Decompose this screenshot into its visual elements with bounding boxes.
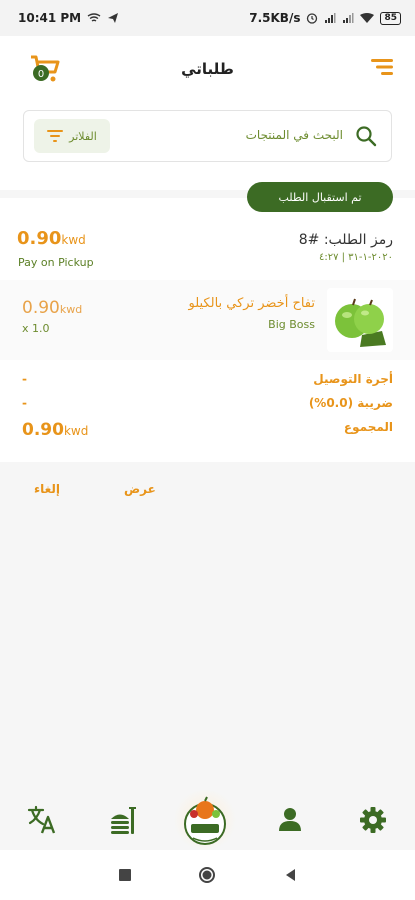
nav-profile[interactable] bbox=[272, 802, 308, 838]
signal-icon bbox=[325, 13, 336, 23]
food-orders-icon bbox=[111, 807, 136, 834]
total-label: المجموع bbox=[343, 420, 393, 434]
user-icon bbox=[279, 808, 301, 831]
store-logo-icon bbox=[184, 796, 226, 845]
network-speed: 7.5KB/s bbox=[249, 11, 301, 25]
item-image bbox=[327, 288, 393, 352]
cart-button[interactable]: 0 bbox=[28, 52, 62, 86]
tax-value: - bbox=[22, 396, 27, 410]
total-amount: 0.90 bbox=[22, 420, 64, 440]
menu-button[interactable] bbox=[371, 58, 393, 76]
app-header: 0 طلباتي bbox=[0, 36, 415, 102]
filter-label: الفلاتر bbox=[69, 129, 97, 143]
nav-language[interactable] bbox=[24, 802, 60, 838]
total-currency: kwd bbox=[63, 424, 89, 438]
nav-home-logo[interactable] bbox=[172, 790, 238, 850]
payment-method: Pay on Pickup bbox=[18, 256, 94, 269]
svg-text:0: 0 bbox=[38, 69, 44, 80]
search-icon bbox=[356, 126, 377, 147]
order-total-price: 0.90kwd bbox=[17, 228, 86, 249]
filter-button[interactable]: الفلاتر bbox=[34, 119, 110, 153]
search-placeholder: البحث في المنتجات bbox=[245, 128, 343, 142]
nav-settings[interactable] bbox=[355, 802, 391, 838]
item-quantity: x 1.0 bbox=[22, 322, 50, 335]
item-price: 0.90kwd bbox=[22, 298, 82, 318]
total-value: 0.90kwd bbox=[22, 420, 88, 440]
order-currency: kwd bbox=[61, 233, 86, 247]
system-navigation-bar bbox=[0, 850, 415, 900]
cart-icon: 0 bbox=[31, 55, 60, 82]
item-currency: kwd bbox=[59, 303, 83, 316]
item-brand: Big Boss bbox=[268, 318, 315, 331]
recents-icon[interactable] bbox=[116, 866, 134, 884]
wifi-icon bbox=[360, 13, 375, 23]
item-price-value: 0.90 bbox=[22, 298, 60, 318]
order-code: رمز الطلب: #8 bbox=[298, 232, 393, 248]
order-actions: عرض إلغاء bbox=[0, 478, 415, 502]
delivery-fee-row: - أجرة التوصيل bbox=[0, 370, 415, 392]
order-date: ٢٠٢٠-١-٣١ | ٤:٢٧ bbox=[318, 252, 393, 263]
wifi-small-icon bbox=[87, 13, 101, 22]
green-apple-image bbox=[335, 298, 386, 347]
alarm-icon bbox=[307, 13, 318, 24]
signal-icon-2 bbox=[343, 13, 354, 23]
telegram-icon bbox=[108, 13, 119, 23]
delivery-fee-value: - bbox=[22, 372, 27, 386]
order-item[interactable]: 0.90kwd x 1.0 تفاح أخضر تركي بالكيلو Big… bbox=[0, 280, 415, 360]
order-card[interactable]: 0.90kwd Pay on Pickup رمز الطلب: #8 ٢٠٢٠… bbox=[0, 198, 415, 462]
order-status-badge: تم استقبال الطلب bbox=[247, 182, 393, 212]
menu-icon bbox=[371, 59, 393, 75]
tax-row: - ضريبة (0.0%) bbox=[0, 394, 415, 416]
cancel-order-button[interactable]: إلغاء bbox=[34, 482, 60, 496]
order-total-value: 0.90 bbox=[17, 228, 62, 249]
filter-icon bbox=[47, 130, 64, 142]
status-time: 10:41 PM bbox=[18, 11, 82, 25]
page-title: طلباتي bbox=[181, 60, 234, 78]
home-icon[interactable] bbox=[198, 866, 216, 884]
delivery-fee-label: أجرة التوصيل bbox=[313, 372, 393, 386]
status-bar: 10:41 PM 7.5KB/s 85 bbox=[0, 0, 415, 36]
total-row: 0.90kwd المجموع bbox=[0, 418, 415, 440]
item-name: تفاح أخضر تركي بالكيلو bbox=[188, 296, 315, 311]
search-input[interactable]: الفلاتر البحث في المنتجات bbox=[23, 110, 392, 162]
view-order-button[interactable]: عرض bbox=[124, 482, 156, 496]
search-section: الفلاتر البحث في المنتجات bbox=[0, 102, 415, 190]
battery-indicator: 85 bbox=[380, 11, 401, 25]
nav-orders[interactable] bbox=[106, 802, 142, 838]
gear-icon bbox=[360, 807, 386, 833]
tax-label: ضريبة (0.0%) bbox=[308, 396, 393, 410]
bottom-navigation bbox=[0, 790, 415, 850]
back-icon[interactable] bbox=[282, 866, 300, 884]
translate-icon bbox=[27, 805, 56, 834]
